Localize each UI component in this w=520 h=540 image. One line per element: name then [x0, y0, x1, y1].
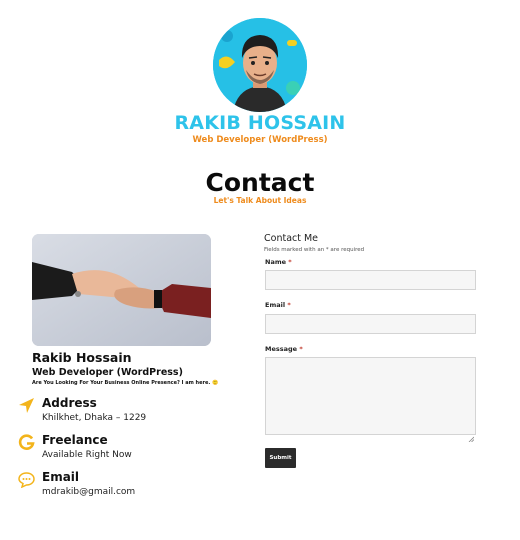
name-field[interactable] — [265, 270, 476, 290]
email-field[interactable] — [265, 314, 476, 334]
info-email: Email mdrakib@gmail.com — [18, 470, 228, 504]
required-mark: * — [287, 301, 291, 309]
profile-avatar — [213, 18, 307, 112]
site-role: Web Developer (WordPress) — [192, 135, 328, 145]
info-label: Freelance — [42, 433, 108, 447]
info-value: Available Right Now — [42, 450, 132, 460]
form-required-note: Fields marked with an * are required — [264, 247, 365, 253]
name-field-label: Name * — [265, 258, 292, 266]
info-address: Address Khilkhet, Dhaka – 1229 — [18, 396, 228, 430]
info-value: mdrakib@gmail.com — [42, 487, 136, 497]
profile-role: Web Developer (WordPress) — [32, 367, 183, 378]
chat-bubble-icon — [18, 471, 35, 489]
handshake-illustration — [32, 234, 211, 346]
g-logo-icon — [18, 434, 35, 451]
page-subtitle: Let's Talk About Ideas — [213, 196, 307, 205]
message-field-label: Message * — [265, 345, 303, 353]
profile-tagline: Are You Looking For Your Business Online… — [32, 380, 219, 386]
page-title: Contact — [205, 168, 315, 197]
info-freelance: Freelance Available Right Now — [18, 433, 228, 467]
email-label-text: Email — [265, 301, 286, 309]
email-field-label: Email * — [265, 301, 291, 309]
submit-button[interactable]: Submit — [265, 448, 296, 468]
info-value: Khilkhet, Dhaka – 1229 — [42, 413, 147, 423]
required-mark: * — [299, 345, 303, 353]
avatar-illustration — [213, 18, 307, 112]
profile-name: Rakib Hossain — [32, 350, 132, 365]
info-label: Email — [42, 470, 80, 484]
handshake-photo — [32, 234, 211, 346]
message-textarea[interactable] — [265, 357, 476, 443]
site-name: RAKIB HOSSAIN — [174, 112, 346, 134]
resize-grip-icon[interactable] — [468, 427, 475, 443]
required-mark: * — [288, 258, 292, 266]
name-label-text: Name — [265, 258, 287, 266]
location-arrow-icon — [18, 397, 35, 414]
form-title: Contact Me — [264, 233, 319, 244]
info-label: Address — [42, 396, 97, 410]
message-label-text: Message — [265, 345, 298, 353]
